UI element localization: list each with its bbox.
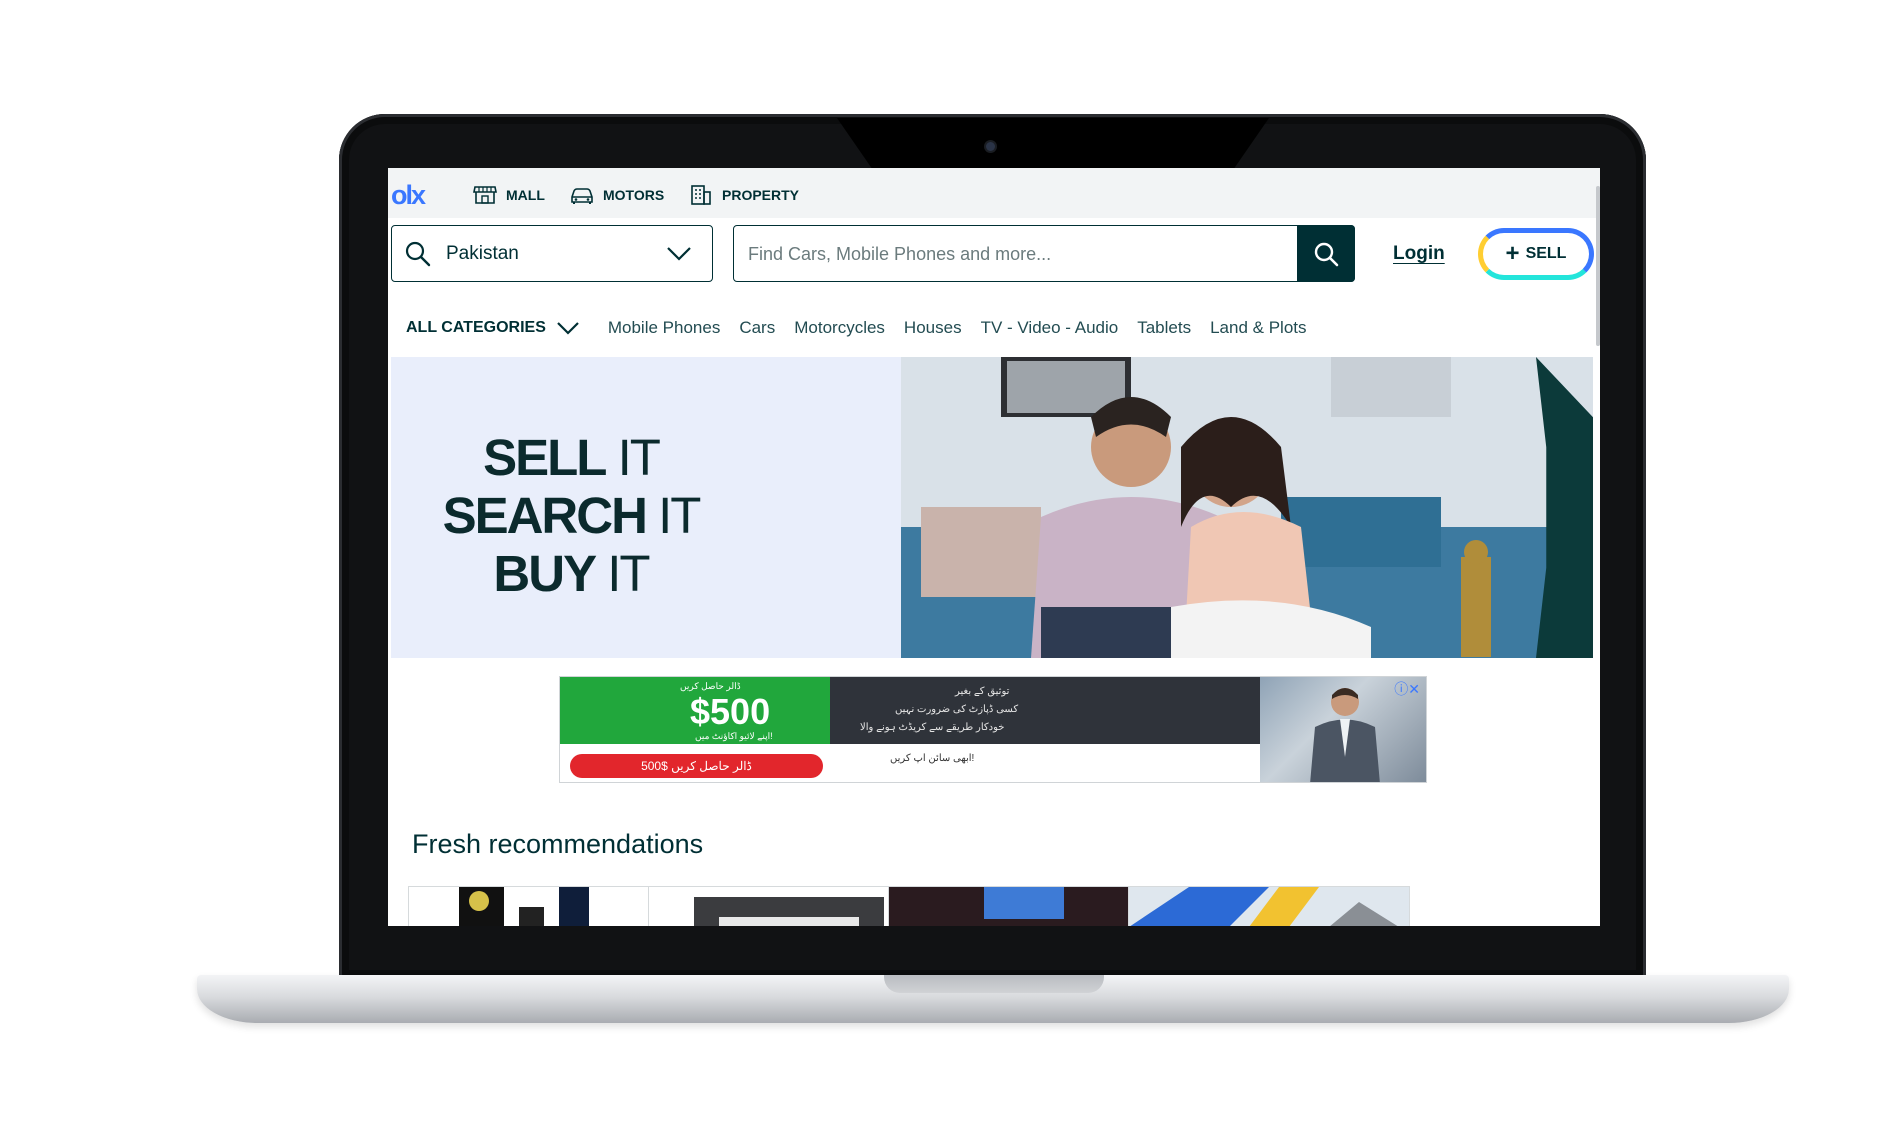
chevron-down-icon (557, 322, 579, 335)
camera-icon (986, 142, 995, 151)
couple-photo-illustration (901, 357, 1593, 658)
hero-tagline: SELL IT SEARCH IT BUY IT (441, 429, 702, 603)
hero-photo (901, 357, 1593, 658)
hero-word: IT (595, 545, 650, 602)
ad-price: $500 (690, 691, 771, 732)
ad-close-icon[interactable]: ⓘ✕ (1394, 679, 1420, 699)
nav-item-label: PROPERTY (722, 187, 800, 203)
category-link[interactable]: Motorcycles (794, 318, 885, 338)
nav-item-motors[interactable]: MOTORS (569, 184, 664, 206)
ad-text: اپنے لائیو اکاؤنٹ میں! (695, 731, 773, 741)
plus-icon: + (1505, 240, 1520, 267)
top-nav: olx MALL MOTORS PROPERTY (388, 168, 1600, 218)
listing-card[interactable] (1128, 886, 1410, 926)
all-categories-dropdown[interactable]: ALL CATEGORIES (406, 319, 580, 337)
sell-label: SELL (1525, 245, 1567, 262)
nav-item-property[interactable]: PROPERTY (688, 184, 799, 206)
search-icon (405, 241, 431, 267)
hero-word: SEARCH (442, 487, 648, 544)
search-input[interactable] (734, 226, 1312, 282)
ad-text: خودکار طریقے سے کریڈٹ ہونے والا (860, 722, 1005, 733)
hero-banner[interactable]: SELL IT SEARCH IT BUY IT (391, 357, 1593, 658)
hero-word: IT (645, 487, 701, 544)
hero-word: BUY (493, 545, 597, 602)
sell-button[interactable]: + SELL (1478, 228, 1594, 280)
category-link[interactable]: Land & Plots (1210, 318, 1306, 338)
listing-thumbnail (1129, 887, 1409, 926)
location-selector[interactable]: Pakistan (391, 225, 713, 282)
search-box (733, 225, 1355, 282)
section-title: Fresh recommendations (412, 829, 704, 859)
category-link[interactable]: TV - Video - Audio (981, 318, 1119, 338)
nav-item-mall[interactable]: MALL (472, 184, 545, 206)
login-link[interactable]: Login (1393, 243, 1445, 265)
category-link[interactable]: Mobile Phones (608, 318, 720, 338)
store-icon (473, 186, 497, 204)
location-value: Pakistan (446, 243, 519, 264)
car-icon (571, 188, 593, 204)
category-bar: ALL CATEGORIES Mobile Phones Cars Motorc… (406, 318, 1326, 338)
nav-item-label: MOTORS (603, 187, 665, 203)
browser-screen: olx MALL MOTORS PROPERTY Pakistan Find C… (388, 168, 1600, 926)
hero-word: IT (605, 429, 661, 486)
logo-text: olx (391, 180, 426, 210)
all-categories-label: ALL CATEGORIES (406, 319, 546, 336)
olx-logo[interactable]: olx (391, 180, 426, 211)
ad-text: ابھی سائن اپ کریں! (890, 753, 975, 764)
category-link[interactable]: Tablets (1137, 318, 1191, 338)
laptop-base-notch (884, 975, 1104, 993)
search-icon (1314, 242, 1339, 266)
category-link[interactable]: Cars (739, 318, 775, 338)
category-link[interactable]: Houses (904, 318, 962, 338)
laptop-notch (837, 118, 1269, 168)
chevron-down-icon[interactable] (666, 246, 692, 262)
ad-text: توثیق کے بغیر (955, 686, 1010, 697)
search-button[interactable] (1297, 225, 1355, 282)
building-icon (691, 185, 711, 205)
nav-item-label: MALL (506, 187, 545, 203)
ad-text: کسی ڈپازٹ کی ضرورت نہیں (895, 704, 1019, 715)
ad-cta-button[interactable]: ڈالر حاصل کریں $500 (570, 754, 823, 778)
ad-banner[interactable]: ڈالر حاصل کریں $500 اپنے لائیو اکاؤنٹ می… (559, 676, 1427, 783)
scrollbar[interactable] (1596, 186, 1600, 346)
hero-word: SELL (483, 429, 607, 486)
